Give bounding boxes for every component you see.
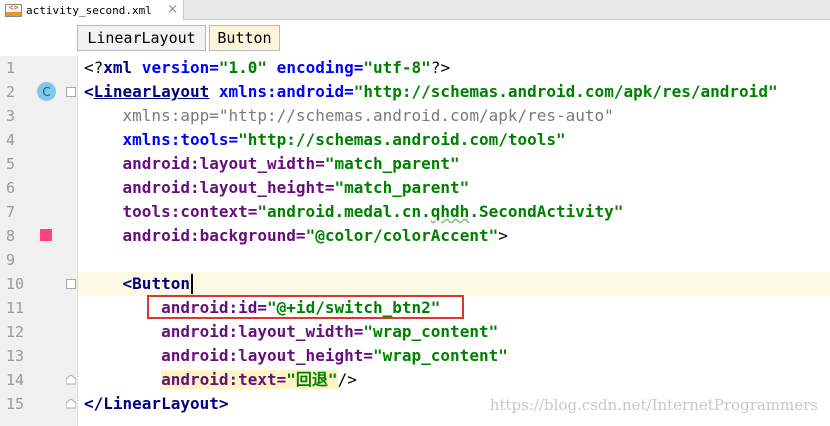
code-token: android:layout_height= <box>84 346 373 365</box>
tab-activity-second-xml[interactable]: <> activity_second.xml × <box>0 0 184 20</box>
class-reference-icon[interactable]: C <box>37 82 56 101</box>
line-number: 9 <box>6 251 16 269</box>
breadcrumb-button[interactable]: Button <box>209 25 280 51</box>
line-number: 6 <box>6 179 16 197</box>
watermark: https://blog.csdn.net/InternetProgrammer… <box>489 396 818 414</box>
line-number: 10 <box>6 275 25 293</box>
code-token: /> <box>337 370 357 389</box>
code-token: encoding= <box>267 58 364 77</box>
code-line-2: <LinearLayout xmlns:android="http://sche… <box>84 80 778 104</box>
code-token: android:layout_width= <box>84 154 325 173</box>
line-number: 8 <box>6 227 16 245</box>
code-token: </ <box>84 394 104 413</box>
fold-end-icon[interactable] <box>66 375 76 385</box>
code-token: xmlns:tools= <box>84 130 239 149</box>
code-token: android:background= <box>84 226 306 245</box>
code-token: "android.medal.cn. <box>257 202 431 221</box>
line-number: 7 <box>6 203 16 221</box>
code-line-3: xmlns:app="http://schemas.android.com/ap… <box>84 104 614 128</box>
code-line-15: </LinearLayout> <box>84 392 229 416</box>
code-line-14: android:text="回退"/> <box>84 368 357 392</box>
code-token: .SecondActivity" <box>469 202 624 221</box>
code-line-4: xmlns:tools="http://schemas.android.com/… <box>84 128 566 152</box>
code-line-13: android:layout_height="wrap_content" <box>84 344 508 368</box>
code-token: android:layout_height= <box>84 178 335 197</box>
code-line-5: android:layout_width="match_parent" <box>84 152 460 176</box>
code-token: "wrap_content" <box>363 322 499 341</box>
breadcrumb: LinearLayout Button <box>0 21 830 55</box>
annotation-highlight-box <box>147 295 464 319</box>
line-number: 15 <box>6 395 25 413</box>
line-number: 13 <box>6 347 25 365</box>
line-number: 3 <box>6 107 16 125</box>
line-number: 5 <box>6 155 16 173</box>
code-token: xmlns:app= <box>84 106 219 125</box>
line-number: 4 <box>6 131 16 149</box>
code-token: qhdh <box>430 202 470 221</box>
code-token: "@color/colorAccent" <box>305 226 499 245</box>
code-token: "wrap_content" <box>372 346 508 365</box>
code-token: "match_parent" <box>334 178 470 197</box>
xml-file-icon: <> <box>5 3 22 17</box>
line-number: 1 <box>6 59 16 77</box>
text-cursor <box>191 274 193 294</box>
code-token: version= <box>132 58 219 77</box>
code-token: ?> <box>430 58 451 77</box>
line-number: 2 <box>6 83 16 101</box>
line-number: 12 <box>6 323 25 341</box>
code-token: "回退" <box>286 370 338 389</box>
close-tab-icon[interactable]: × <box>167 2 178 17</box>
code-token: "utf-8" <box>363 58 431 77</box>
fold-end-icon[interactable] <box>66 399 76 409</box>
code-line-8: android:background="@color/colorAccent"> <box>84 224 508 248</box>
code-token: tools:context= <box>84 202 258 221</box>
code-token: LinearLayout <box>103 394 219 413</box>
code-token: "http://schemas.android.com/tools" <box>238 130 566 149</box>
code-token: <? <box>84 58 104 77</box>
code-token: "1.0" <box>218 58 268 77</box>
code-token: LinearLayout <box>93 82 210 101</box>
code-token: < <box>84 274 133 293</box>
editor-tab-bar: <> activity_second.xml × <box>0 0 830 20</box>
line-number: 14 <box>6 371 25 389</box>
line-number: 11 <box>6 299 25 317</box>
fold-toggle-icon[interactable] <box>66 87 76 97</box>
code-token: < <box>84 82 94 101</box>
code-token: android:text= <box>161 370 287 389</box>
code-token: "http://schemas.android.com/apk/res-auto… <box>218 106 614 125</box>
breadcrumb-linearlayout[interactable]: LinearLayout <box>77 25 206 51</box>
code-token: > <box>218 394 229 413</box>
tab-title: activity_second.xml <box>26 3 152 17</box>
code-line-6: android:layout_height="match_parent" <box>84 176 470 200</box>
code-line-10: <Button <box>84 272 190 296</box>
code-token: "http://schemas.android.com/apk/res/andr… <box>353 82 778 101</box>
code-token: xml <box>103 58 133 77</box>
color-preview-swatch[interactable] <box>40 229 52 241</box>
code-token: xmlns:android= <box>209 82 354 101</box>
code-token: android:layout_width= <box>84 322 364 341</box>
code-token: > <box>498 226 508 245</box>
code-line-7: tools:context="android.medal.cn.qhdh.Sec… <box>84 200 624 224</box>
code-line-12: android:layout_width="wrap_content" <box>84 320 498 344</box>
fold-toggle-icon[interactable] <box>66 279 76 289</box>
code-token: "match_parent" <box>324 154 460 173</box>
code-token: Button <box>132 274 190 293</box>
code-line-1: <?xml version="1.0" encoding="utf-8"?> <box>84 56 450 80</box>
